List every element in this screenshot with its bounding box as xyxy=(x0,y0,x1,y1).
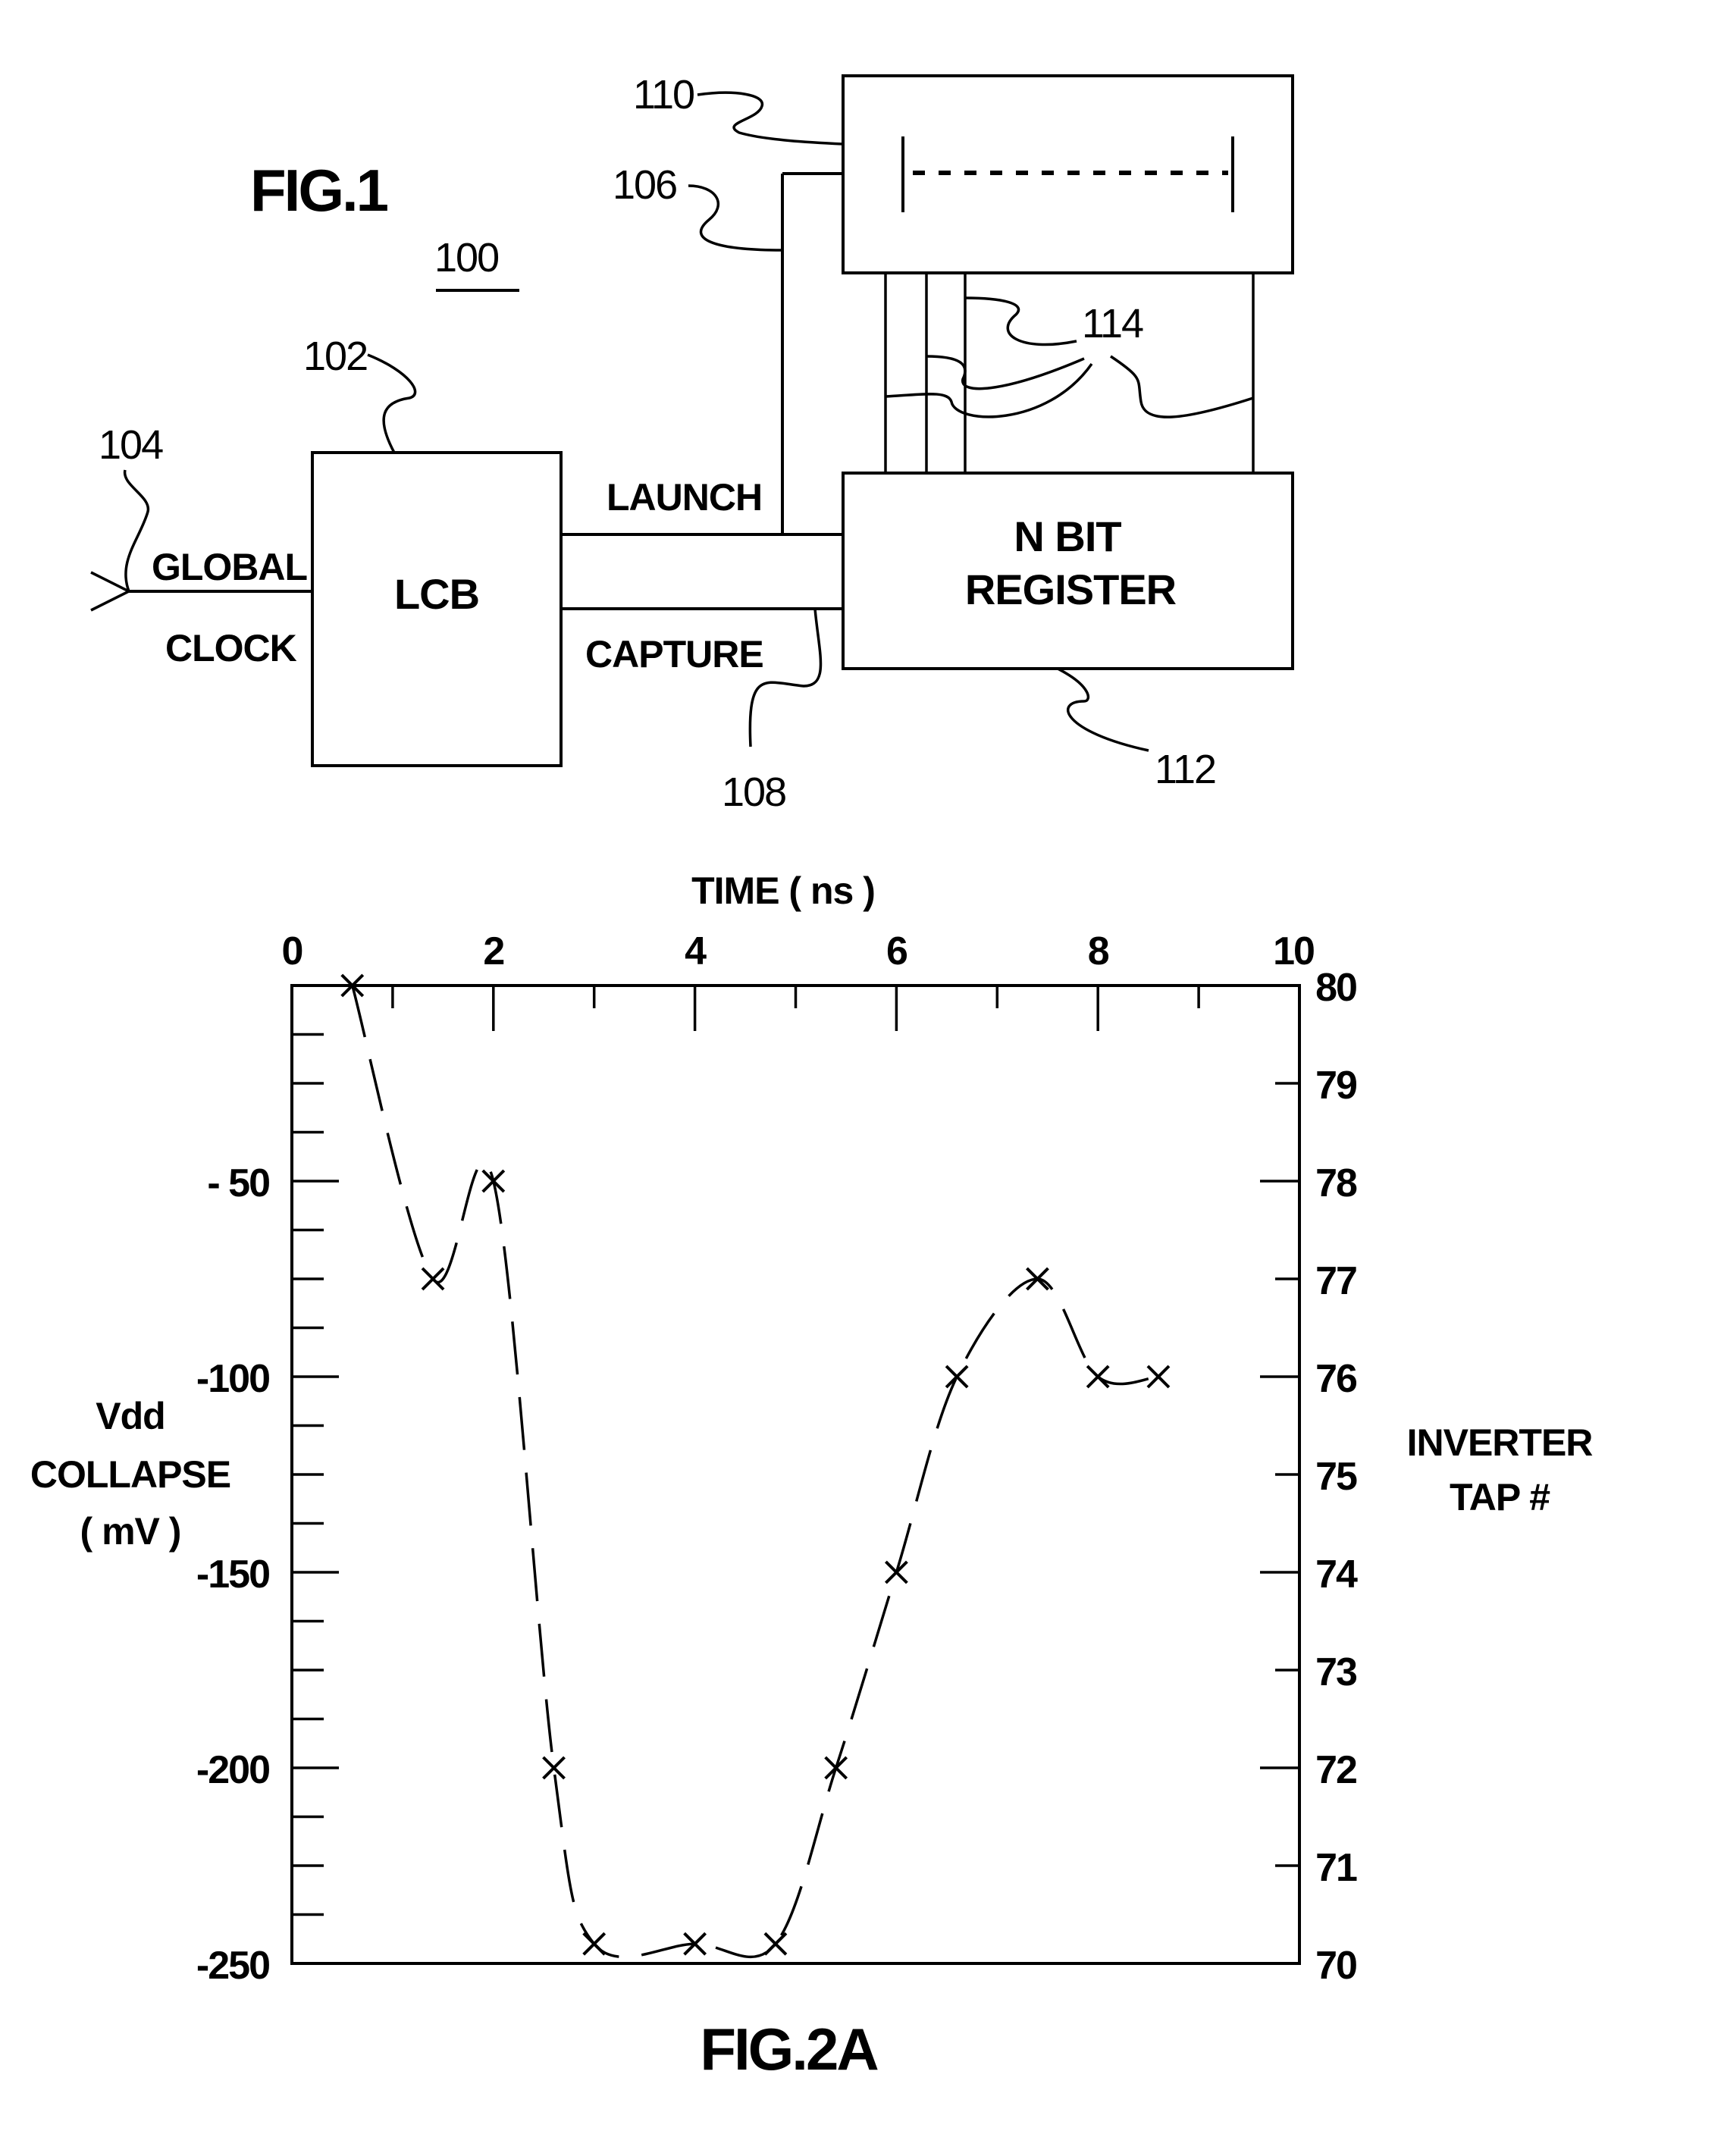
lcb-leader-line xyxy=(367,353,417,453)
data-point-x-marker xyxy=(582,1932,607,1956)
right-axis-title-line2: TAP # xyxy=(1450,1476,1550,1518)
launch-ref-number: 106 xyxy=(613,162,676,208)
register-ref-number: 112 xyxy=(1155,747,1215,792)
launch-label: LAUNCH xyxy=(607,476,762,519)
tap-leader-line-3 xyxy=(885,362,1093,418)
capture-ref-number: 108 xyxy=(722,769,785,815)
x-tick-label: 6 xyxy=(886,929,907,973)
register-leader-line xyxy=(1057,667,1149,752)
right-tick-label: 80 xyxy=(1315,966,1356,1010)
x-axis-title: TIME ( ns ) xyxy=(691,870,875,912)
x-axis-ticks: 0 2 4 6 8 10 xyxy=(282,929,1315,1031)
data-point-x-marker xyxy=(1086,1365,1110,1389)
tap-leader-line-2 xyxy=(926,355,1085,390)
delay-chain-ref-number: 110 xyxy=(633,72,694,118)
fig1-title: FIG.1 xyxy=(250,157,388,224)
lcb-label: LCB xyxy=(394,570,479,618)
data-point-x-marker xyxy=(1146,1365,1171,1389)
clock-input-arrow-icon xyxy=(90,571,132,612)
right-axis-title-line1: INVERTER xyxy=(1407,1421,1594,1464)
series-curve xyxy=(351,985,1159,1959)
tap-leader-line-1 xyxy=(964,296,1077,346)
right-tick-label: 70 xyxy=(1315,1944,1356,1988)
right-tick-label: 77 xyxy=(1315,1259,1356,1303)
right-tick-label: 73 xyxy=(1315,1650,1357,1694)
capture-leader-line xyxy=(748,608,823,747)
right-tick-label: 76 xyxy=(1315,1357,1357,1401)
global-clock-leader-line xyxy=(124,469,149,592)
system-ref-number: 100 xyxy=(434,235,498,280)
right-tick-label: 72 xyxy=(1315,1748,1356,1792)
patent-drawing-sheet: FIG.1 100 LCB 102 GLOBAL CLOCK 104 LAUNC… xyxy=(30,72,1594,2082)
right-tick-label: 71 xyxy=(1315,1846,1357,1890)
global-clock-label-line2: CLOCK xyxy=(165,627,297,669)
x-tick-label: 4 xyxy=(685,929,707,973)
global-clock-label-line1: GLOBAL xyxy=(152,546,307,588)
fig1-diagram: FIG.1 100 LCB 102 GLOBAL CLOCK 104 LAUNC… xyxy=(90,72,1294,815)
global-clock-ref-number: 104 xyxy=(99,422,163,468)
data-point-x-marker xyxy=(945,1365,969,1389)
fig2a-title: FIG.2A xyxy=(700,2016,878,2082)
right-tick-label: 75 xyxy=(1315,1455,1357,1499)
right-tick-label: 78 xyxy=(1315,1161,1357,1205)
left-tick-label: -100 xyxy=(196,1357,269,1401)
register-label-line1: N BIT xyxy=(1014,512,1121,560)
left-tick-label: -250 xyxy=(196,1944,269,1988)
left-tick-label: - 50 xyxy=(207,1161,269,1205)
data-point-x-marker xyxy=(481,1169,506,1193)
data-point-x-marker xyxy=(884,1560,908,1584)
x-tick-label: 0 xyxy=(282,929,302,973)
right-tick-label: 79 xyxy=(1315,1064,1356,1108)
data-point-x-marker xyxy=(763,1932,788,1956)
x-tick-label: 10 xyxy=(1273,929,1314,973)
capture-label: CAPTURE xyxy=(585,633,763,675)
right-axis-ticks: 80 79 78 77 76 75 74 73 72 71 70 xyxy=(1260,966,1359,1988)
data-point-x-marker xyxy=(421,1267,445,1291)
x-tick-label: 8 xyxy=(1088,929,1109,973)
lcb-ref-number: 102 xyxy=(303,334,367,379)
tap-leader-line-n xyxy=(1110,355,1254,418)
delay-chain-leader-line xyxy=(697,91,844,146)
plot-frame xyxy=(290,984,1301,1965)
left-axis-title-line3: ( mV ) xyxy=(80,1510,181,1553)
x-tick-label: 2 xyxy=(483,929,503,973)
left-axis-title: Vdd COLLAPSE ( mV ) xyxy=(30,1395,231,1553)
left-axis-title-line2: COLLAPSE xyxy=(30,1453,230,1496)
data-point-x-marker xyxy=(1026,1267,1049,1291)
data-point-x-marker xyxy=(824,1756,848,1780)
left-tick-label: -200 xyxy=(196,1748,269,1792)
right-tick-label: 74 xyxy=(1315,1553,1358,1597)
series-markers xyxy=(340,973,1171,1956)
register-label-line2: REGISTER xyxy=(965,566,1177,613)
fig2a-chart: TIME ( ns ) 0 2 4 6 8 10 - 50 -100 -150 -200 -250… xyxy=(30,870,1594,2082)
left-axis-title-line1: Vdd xyxy=(96,1395,165,1437)
launch-leader-line xyxy=(688,184,783,252)
taps-ref-number: 114 xyxy=(1082,301,1143,346)
left-axis-ticks: - 50 -100 -150 -200 -250 xyxy=(196,1033,339,1988)
right-axis-title: INVERTER TAP # xyxy=(1407,1421,1594,1518)
left-tick-label: -150 xyxy=(196,1553,269,1597)
